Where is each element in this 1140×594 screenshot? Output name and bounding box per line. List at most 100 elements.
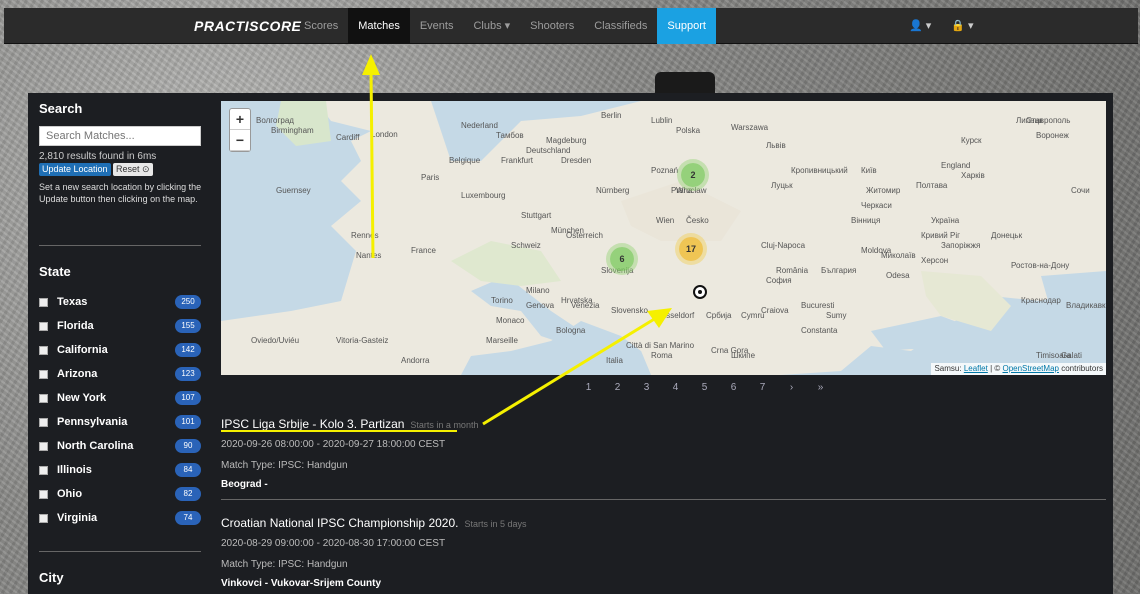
map-place-label: Lublin	[651, 116, 673, 125]
map-cluster[interactable]: 17	[679, 237, 703, 261]
city-heading: City	[39, 570, 64, 585]
state-label: New York	[57, 392, 107, 404]
sidebar-divider	[39, 551, 201, 552]
map-place-label: Україна	[931, 216, 960, 225]
map-place-label: Magdeburg	[546, 136, 587, 145]
state-checkbox[interactable]	[39, 345, 48, 355]
reset-button[interactable]: Reset ⊙	[113, 163, 153, 176]
next-page-link[interactable]: ›	[777, 382, 806, 393]
state-checkbox[interactable]	[39, 441, 48, 451]
state-checkbox[interactable]	[39, 489, 48, 499]
state-checkbox[interactable]	[39, 369, 48, 379]
state-checkbox[interactable]	[39, 393, 48, 403]
state-filter-ohio[interactable]: Ohio 82	[39, 486, 201, 502]
map-place-label: Slovensko	[611, 306, 648, 315]
nav-matches[interactable]: Matches	[348, 8, 410, 44]
match-title-link[interactable]: Croatian National IPSC Championship 2020…	[221, 516, 458, 530]
map-attribution: Samsu: Leaflet | © OpenStreetMap contrib…	[931, 363, 1106, 375]
state-checkbox[interactable]	[39, 297, 48, 307]
content-panel: Search 2,810 results found in 6ms Update…	[28, 93, 1113, 594]
page-link[interactable]: 5	[690, 382, 719, 393]
map-place-label: Курск	[961, 136, 982, 145]
state-filter-north-carolina[interactable]: North Carolina 90	[39, 438, 201, 454]
match-title-link[interactable]: IPSC Liga Srbije - Kolo 3. Partizan	[221, 417, 404, 431]
state-label: Arizona	[57, 368, 98, 380]
state-label: Ohio	[57, 488, 83, 500]
sidebar-divider	[39, 245, 201, 246]
state-filter-california[interactable]: California 142	[39, 342, 201, 358]
match-type: Match Type: IPSC: Handgun	[221, 559, 348, 570]
map-place-label: Craiova	[761, 306, 789, 315]
last-page-link[interactable]: »	[806, 382, 835, 393]
nav-classifieds[interactable]: Classifieds	[584, 8, 657, 44]
match-map[interactable]: + − London Cardiff Paris Nederland Belgique D…	[221, 101, 1106, 375]
nav-clubs-dropdown[interactable]: Clubs ▾	[463, 8, 520, 44]
lock-menu-icon[interactable]: 🔒 ▾	[941, 8, 983, 44]
map-place-label: Galati	[1061, 351, 1082, 360]
state-checkbox[interactable]	[39, 465, 48, 475]
user-menu-icon[interactable]: 👤 ▾	[899, 8, 941, 44]
page-link[interactable]: 1	[574, 382, 603, 393]
map-place-label: Донецьк	[991, 231, 1023, 240]
page-link[interactable]: 6	[719, 382, 748, 393]
state-label: Virginia	[57, 512, 98, 524]
state-filter-pennsylvania[interactable]: Pennsylvania 101	[39, 414, 201, 430]
results-count: 2,810 results found in 6ms	[39, 151, 157, 162]
match-title-row: IPSC Liga Srbije - Kolo 3. Partizan Start…	[221, 415, 1106, 433]
match-dates: 2020-09-26 08:00:00 - 2020-09-27 18:00:0…	[221, 439, 446, 450]
state-label: Texas	[57, 296, 88, 308]
nav-support[interactable]: Support	[657, 8, 716, 44]
state-filter-new-york[interactable]: New York 107	[39, 390, 201, 406]
state-count-badge: 250	[175, 295, 201, 309]
map-place-label: Guernsey	[276, 186, 311, 195]
map-place-label: Italia	[606, 356, 623, 365]
state-count-badge: 101	[175, 415, 201, 429]
state-label: California	[57, 344, 108, 356]
state-label: Pennsylvania	[57, 416, 128, 428]
state-checkbox[interactable]	[39, 513, 48, 523]
state-filter-illinois[interactable]: Illinois 84	[39, 462, 201, 478]
map-place-label: Тамбов	[496, 131, 524, 140]
nav-scores[interactable]: Scores	[294, 8, 348, 44]
state-count-badge: 90	[175, 439, 201, 453]
map-place-label: България	[821, 266, 857, 275]
map-place-label: Paris	[421, 173, 440, 182]
page-link[interactable]: 3	[632, 382, 661, 393]
map-place-label: Constanta	[801, 326, 838, 335]
state-label: North Carolina	[57, 440, 134, 452]
page-link[interactable]: 7	[748, 382, 777, 393]
map-cluster[interactable]: 2	[681, 163, 705, 187]
page-link[interactable]: 2	[603, 382, 632, 393]
state-checkbox[interactable]	[39, 417, 48, 427]
map-place-label: Ставрополь	[1026, 116, 1071, 125]
search-input[interactable]	[39, 126, 201, 146]
page-link[interactable]: 4	[661, 382, 690, 393]
map-place-label: Житомир	[866, 186, 901, 195]
nav-shooters[interactable]: Shooters	[520, 8, 584, 44]
state-filter-virginia[interactable]: Virginia 74	[39, 510, 201, 526]
nav-events[interactable]: Events	[410, 8, 464, 44]
map-place-label: Bucuresti	[801, 301, 835, 310]
match-result: IPSC Liga Srbije - Kolo 3. Partizan Start…	[221, 415, 1106, 490]
leaflet-link[interactable]: Leaflet	[964, 364, 988, 373]
update-location-button[interactable]: Update Location	[39, 163, 111, 176]
main-nav: Scores Matches Events Clubs ▾ Shooters C…	[294, 8, 716, 44]
zoom-out-button[interactable]: −	[230, 130, 250, 151]
map-place-label: Cluj-Napoca	[761, 241, 806, 250]
map-place-label: Шкипе	[731, 351, 756, 360]
zoom-in-button[interactable]: +	[230, 109, 250, 130]
state-filter-florida[interactable]: Florida 155	[39, 318, 201, 334]
map-place-label: Hrvatska	[561, 296, 593, 305]
map-place-label: Marseille	[486, 336, 519, 345]
zoom-control: + −	[229, 108, 251, 152]
map-place-label: România	[776, 266, 809, 275]
map-place-label: Roma	[651, 351, 673, 360]
osm-link[interactable]: OpenStreetMap	[1002, 364, 1058, 373]
map-cluster[interactable]: 6	[610, 247, 634, 271]
map-place-label: Кривий Ріг	[921, 231, 961, 240]
practiscore-logo[interactable]: PRACTISCORE	[194, 8, 301, 44]
state-filter-arizona[interactable]: Arizona 123	[39, 366, 201, 382]
state-filter-texas[interactable]: Texas 250	[39, 294, 201, 310]
selected-location-marker[interactable]	[693, 285, 707, 299]
state-checkbox[interactable]	[39, 321, 48, 331]
